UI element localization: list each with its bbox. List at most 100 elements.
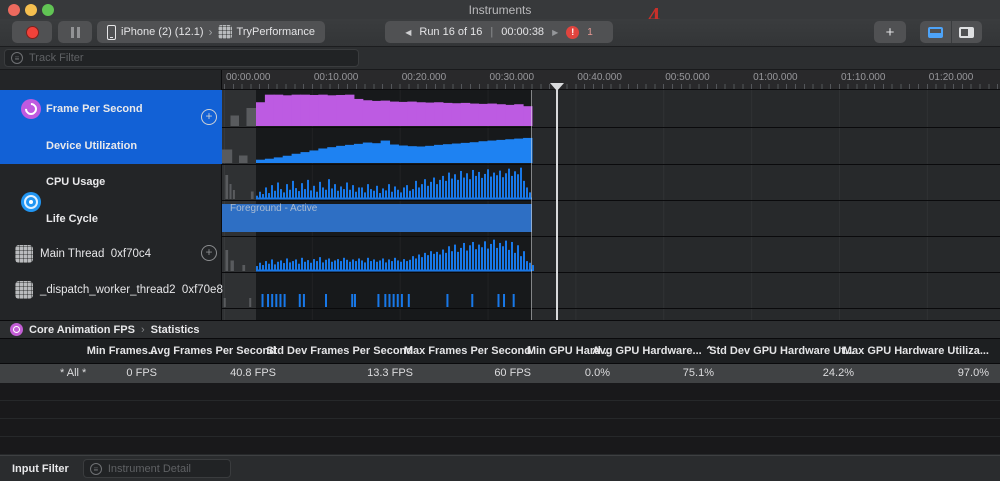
preview-block	[242, 265, 245, 271]
previous-run-button[interactable]: ◀	[405, 28, 411, 37]
main-thread-spike	[481, 247, 483, 271]
main-thread-spike	[442, 250, 444, 271]
cpu-spike	[436, 184, 438, 199]
worker-thread-tick	[393, 294, 395, 307]
fps-step	[470, 104, 479, 126]
record-icon	[26, 26, 39, 39]
cpu-spike	[388, 184, 390, 199]
fps-step	[363, 100, 372, 126]
cpu-spike	[427, 186, 429, 199]
cpu-spike	[295, 188, 297, 199]
cpu-spike	[508, 169, 510, 199]
main-thread-spike	[325, 260, 327, 271]
device-utilization-step	[461, 143, 470, 163]
cpu-spike	[424, 179, 426, 199]
cpu-spike	[352, 185, 354, 199]
thread-name: Main Thread	[40, 248, 104, 260]
main-thread-spike	[271, 259, 273, 271]
record-button[interactable]	[12, 21, 52, 43]
main-thread-spike	[412, 256, 414, 271]
cpu-spike	[442, 176, 444, 199]
device-utilization-step	[345, 145, 354, 163]
toolbar: iPhone (2) (12.1) › TryPerformance ◀ Run…	[0, 19, 1000, 47]
worker-thread-tick	[397, 294, 399, 307]
instrument-detail-search-field[interactable]: ≡	[83, 459, 231, 478]
target-device-selector[interactable]: iPhone (2) (12.1) › TryPerformance	[97, 21, 325, 43]
playhead-line[interactable]	[556, 84, 558, 320]
next-run-button[interactable]: ▶	[552, 28, 558, 37]
column-header[interactable]: Max GPU Hardware Utiliza...	[843, 339, 989, 364]
main-thread-spike	[295, 259, 297, 271]
fps-step	[487, 104, 496, 126]
track-header-cpu-usage[interactable]: CPU Usage	[46, 176, 105, 188]
cpu-spike	[361, 187, 363, 199]
column-header[interactable]: Avg GPU Hardware... ⌃	[592, 339, 714, 364]
fps-step	[514, 104, 523, 126]
worker-thread-tick	[271, 294, 273, 307]
cpu-spike	[454, 174, 456, 199]
filter-icon: ≡	[90, 463, 102, 475]
column-header[interactable]: Min Frames...	[87, 339, 157, 364]
track-header-frame-per-second[interactable]: Frame Per Second	[46, 103, 143, 115]
target-app-name: TryPerformance	[237, 26, 315, 38]
column-header[interactable]: Std Dev GPU Hardware Ut...	[709, 339, 854, 364]
track-area: Foreground - Active Frame Per Second Dev…	[0, 90, 1000, 320]
cpu-spike	[448, 173, 450, 199]
column-header[interactable]: Max Frames Per Second	[404, 339, 531, 364]
track-header-main-thread[interactable]: Main Thread 0xf70c4	[40, 248, 151, 260]
cpu-spike	[382, 188, 384, 199]
preview-block	[225, 175, 228, 199]
breadcrumb-instrument[interactable]: Core Animation FPS	[29, 324, 135, 336]
column-header[interactable]: Avg Frames Per Second	[150, 339, 276, 364]
main-thread-spike	[394, 258, 396, 271]
expand-thread-button[interactable]: +	[201, 245, 217, 261]
issue-badge-icon[interactable]: !	[566, 26, 579, 39]
track-filter-field[interactable]: ≡	[4, 49, 359, 67]
cpu-spike	[430, 182, 432, 199]
cpu-spike	[376, 186, 378, 199]
run-divider: |	[490, 26, 493, 38]
worker-thread-tick	[471, 294, 473, 307]
worker-thread-app-icon	[15, 281, 33, 299]
toggle-detail-pane-button[interactable]	[920, 21, 952, 43]
row-value-cell: 97.0%	[958, 364, 989, 383]
worker-thread-tick	[303, 294, 305, 307]
main-thread-spike	[397, 260, 399, 271]
thread-address: 0xf70c4	[111, 248, 151, 260]
cpu-spike	[493, 173, 495, 199]
add-instrument-button[interactable]: +	[874, 21, 906, 43]
main-thread-spike	[352, 259, 354, 271]
worker-thread-tick	[377, 294, 379, 307]
input-filter-button[interactable]: Input Filter	[0, 463, 83, 475]
fps-step	[318, 95, 327, 126]
main-thread-spike	[301, 258, 303, 271]
cpu-spike	[478, 172, 480, 199]
main-thread-spike	[286, 258, 288, 271]
pause-button[interactable]	[58, 21, 92, 43]
empty-row	[0, 401, 1000, 419]
track-filter-input[interactable]	[29, 52, 352, 64]
device-utilization-step	[416, 147, 425, 164]
main-thread-spike	[346, 260, 348, 271]
device-utilization-step	[274, 157, 283, 163]
statistics-table-row[interactable]: * All * 0 FPS40.8 FPS13.3 FPS60 FPS0.0%7…	[0, 364, 1000, 383]
expand-track-button[interactable]: +	[201, 109, 217, 125]
cpu-spike	[265, 187, 267, 199]
main-thread-spike	[382, 258, 384, 271]
breadcrumb-page[interactable]: Statistics	[151, 324, 200, 336]
worker-thread-tick	[388, 294, 390, 307]
toggle-inspector-pane-button[interactable]	[952, 21, 983, 43]
column-header[interactable]: Std Dev Frames Per Second	[266, 339, 413, 364]
timeline-ruler[interactable]: 00:00.00000:10.00000:20.00000:30.00000:4…	[0, 70, 1000, 90]
main-thread-spike	[388, 259, 390, 271]
instrument-detail-input[interactable]	[108, 463, 224, 475]
track-header-dispatch-worker[interactable]: _dispatch_worker_thread2 0xf70e8	[40, 284, 223, 296]
run-label: Run 16 of 16	[419, 26, 482, 38]
main-thread-spike	[475, 249, 477, 271]
playhead-handle[interactable]	[550, 83, 564, 91]
track-header-life-cycle[interactable]: Life Cycle	[46, 213, 98, 225]
fps-step	[398, 102, 407, 126]
main-thread-spike	[430, 251, 432, 271]
track-header-device-utilization[interactable]: Device Utilization	[46, 140, 137, 152]
fps-step	[327, 95, 336, 126]
